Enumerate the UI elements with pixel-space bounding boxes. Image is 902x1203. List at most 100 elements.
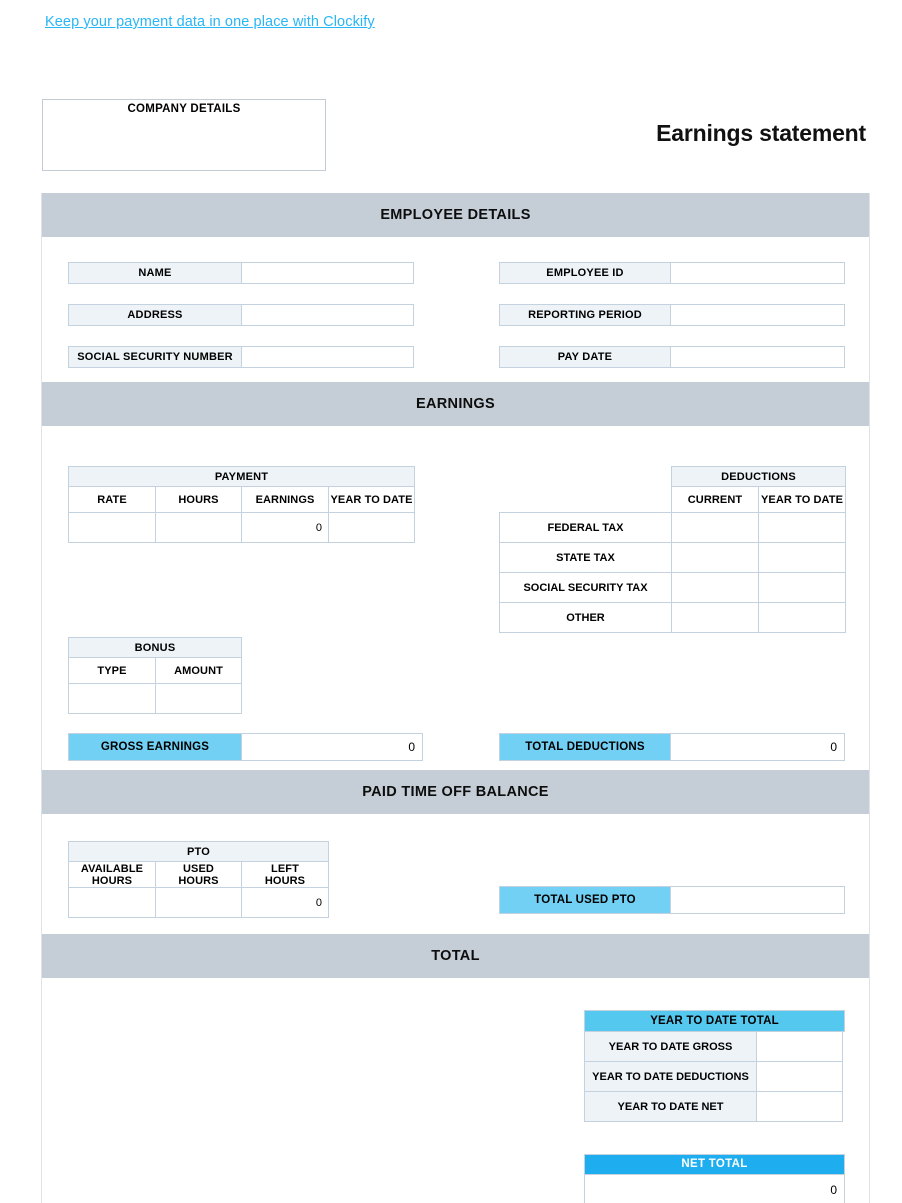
field-row-social-security-number[interactable]: SOCIAL SECURITY NUMBER [68,346,414,368]
section-header-employee-details: EMPLOYEE DETAILS [42,193,869,237]
table-row[interactable]: 0 [68,512,415,543]
deductions-cell-federal-tax-ytd[interactable] [758,512,846,543]
bonus-table[interactable]: BONUS TYPE AMOUNT [68,637,242,714]
deductions-table[interactable]: DEDUCTIONS CURRENT YEAR TO DATE FEDERAL … [499,466,846,633]
net-total-header: NET TOTAL [584,1154,845,1175]
deductions-cell-state-tax-current[interactable] [671,542,759,573]
total-deductions-row[interactable]: TOTAL DEDUCTIONS 0 [499,733,845,761]
table-row[interactable]: STATE TAX [499,542,846,573]
statement-sheet: EMPLOYEE DETAILS NAME ADDRESS SOCIAL SEC… [41,193,870,1203]
earnings-statement-page: Keep your payment data in one place with… [0,0,902,1203]
employee-details-right-column: EMPLOYEE ID REPORTING PERIOD PAY DATE [499,262,845,388]
pto-cell-left-hours[interactable]: 0 [241,887,329,918]
deductions-label-federal-tax: FEDERAL TAX [499,512,672,543]
pto-column-used-hours-line2: HOURS [178,874,219,887]
payment-group-header: PAYMENT [68,466,415,487]
ytd-value-deductions[interactable] [757,1062,843,1092]
table-row[interactable]: YEAR TO DATE DEDUCTIONS [584,1062,845,1092]
section-header-employee-details-label: EMPLOYEE DETAILS [380,207,531,223]
payment-cell-rate[interactable] [68,512,156,543]
deductions-cell-social-security-tax-current[interactable] [671,572,759,603]
pto-column-used-hours: USED HOURS [155,861,242,888]
page-title: Earnings statement [656,120,866,146]
deductions-label-other: OTHER [499,602,672,633]
field-value-name[interactable] [242,262,414,284]
total-used-pto-value[interactable] [671,886,845,914]
field-label-reporting-period: REPORTING PERIOD [499,304,671,326]
deductions-label-social-security-tax: SOCIAL SECURITY TAX [499,572,672,603]
pto-table[interactable]: PTO AVAILABLE HOURS USED HOURS LEFT HOUR… [68,841,329,918]
ytd-value-gross[interactable] [757,1032,843,1062]
payment-column-rate: RATE [68,486,156,513]
pto-group-header: PTO [68,841,329,862]
total-deductions-value[interactable]: 0 [671,733,845,761]
field-label-pay-date: PAY DATE [499,346,671,368]
section-header-pto-balance-label: PAID TIME OFF BALANCE [362,784,549,800]
net-total-value[interactable]: 0 [584,1175,845,1203]
table-row[interactable]: YEAR TO DATE NET [584,1092,845,1122]
field-row-pay-date[interactable]: PAY DATE [499,346,845,368]
deductions-spacer-cell-2 [500,487,672,513]
payment-group-header-row: PAYMENT [68,466,415,487]
company-details-title: COMPANY DETAILS [127,103,241,115]
company-details-box[interactable]: COMPANY DETAILS [42,99,326,171]
deductions-cell-federal-tax-current[interactable] [671,512,759,543]
table-row[interactable]: FEDERAL TAX [499,512,846,543]
field-value-social-security-number[interactable] [242,346,414,368]
field-value-reporting-period[interactable] [671,304,845,326]
ytd-value-net[interactable] [757,1092,843,1122]
deductions-group-header-row: DEDUCTIONS [500,466,846,487]
payment-cell-year-to-date[interactable] [328,512,415,543]
ytd-label-deductions: YEAR TO DATE DEDUCTIONS [584,1062,757,1092]
bonus-column-header-row: TYPE AMOUNT [68,657,242,684]
payment-table[interactable]: PAYMENT RATE HOURS EARNINGS YEAR TO DATE… [68,466,415,543]
total-used-pto-label: TOTAL USED PTO [499,886,671,914]
total-used-pto-row[interactable]: TOTAL USED PTO [499,886,845,914]
gross-earnings-label: GROSS EARNINGS [68,733,242,761]
table-row[interactable] [68,683,242,714]
gross-earnings-row[interactable]: GROSS EARNINGS 0 [68,733,423,761]
year-to-date-total-header: YEAR TO DATE TOTAL [584,1010,845,1032]
deductions-cell-state-tax-ytd[interactable] [758,542,846,573]
section-header-earnings-label: EARNINGS [416,396,495,412]
ytd-label-gross: YEAR TO DATE GROSS [584,1032,757,1062]
year-to-date-total-block: YEAR TO DATE TOTAL YEAR TO DATE GROSS YE… [584,1010,845,1122]
net-total-block: NET TOTAL 0 [584,1154,845,1203]
clockify-promo-link[interactable]: Keep your payment data in one place with… [45,14,375,30]
table-row[interactable]: SOCIAL SECURITY TAX [499,572,846,603]
table-row[interactable]: YEAR TO DATE GROSS [584,1032,845,1062]
field-row-employee-id[interactable]: EMPLOYEE ID [499,262,845,284]
field-row-address[interactable]: ADDRESS [68,304,414,326]
ytd-label-net: YEAR TO DATE NET [584,1092,757,1122]
payment-column-header-row: RATE HOURS EARNINGS YEAR TO DATE [68,486,415,513]
employee-details-body: NAME ADDRESS SOCIAL SECURITY NUMBER EMPL… [42,237,869,382]
bonus-cell-amount[interactable] [155,683,242,714]
gross-earnings-value[interactable]: 0 [242,733,423,761]
field-value-address[interactable] [242,304,414,326]
field-value-employee-id[interactable] [671,262,845,284]
bonus-group-header-row: BONUS [68,637,242,658]
field-label-address: ADDRESS [68,304,242,326]
deductions-cell-other-ytd[interactable] [758,602,846,633]
table-row[interactable]: OTHER [499,602,846,633]
section-header-earnings: EARNINGS [42,382,869,426]
earnings-body: PAYMENT RATE HOURS EARNINGS YEAR TO DATE… [42,426,869,770]
payment-cell-earnings[interactable]: 0 [241,512,329,543]
bonus-cell-type[interactable] [68,683,156,714]
field-row-reporting-period[interactable]: REPORTING PERIOD [499,304,845,326]
section-header-total-label: TOTAL [431,948,480,964]
payment-cell-hours[interactable] [155,512,242,543]
field-value-pay-date[interactable] [671,346,845,368]
pto-cell-available-hours[interactable] [68,887,156,918]
deductions-cell-social-security-tax-ytd[interactable] [758,572,846,603]
total-body: YEAR TO DATE TOTAL YEAR TO DATE GROSS YE… [42,978,869,1203]
pto-group-header-row: PTO [68,841,329,862]
deductions-cell-other-current[interactable] [671,602,759,633]
employee-details-left-column: NAME ADDRESS SOCIAL SECURITY NUMBER [68,262,414,388]
pto-cell-used-hours[interactable] [155,887,242,918]
pto-column-available-hours-line1: AVAILABLE [80,862,144,875]
field-label-social-security-number: SOCIAL SECURITY NUMBER [68,346,242,368]
table-row[interactable]: 0 [68,887,329,918]
total-deductions-label: TOTAL DEDUCTIONS [499,733,671,761]
field-row-name[interactable]: NAME [68,262,414,284]
